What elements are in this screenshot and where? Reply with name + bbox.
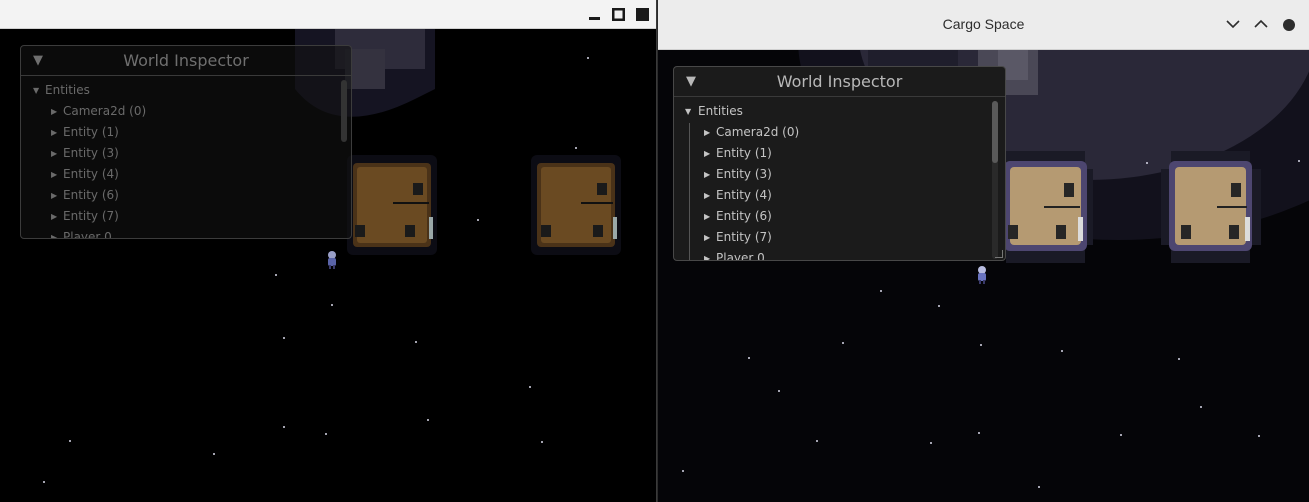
- close-icon[interactable]: [636, 8, 649, 21]
- tree-item[interactable]: ▶ Entity (4): [674, 185, 1005, 206]
- expand-right-icon: ▶: [51, 149, 58, 158]
- expand-right-icon: ▶: [704, 233, 711, 242]
- tree-root-entities[interactable]: ▼ Entities: [21, 80, 351, 101]
- tree-item[interactable]: ▶ Entity (1): [21, 122, 351, 143]
- resize-handle[interactable]: [995, 250, 1003, 258]
- star: [930, 442, 932, 444]
- tree-item[interactable]: ▶ Entity (6): [674, 206, 1005, 227]
- window-title: Cargo Space: [942, 16, 1025, 32]
- star: [415, 341, 417, 343]
- star: [682, 470, 684, 472]
- star: [477, 219, 479, 221]
- cargo-crate: [531, 155, 621, 255]
- star: [1178, 358, 1180, 360]
- star: [1038, 486, 1040, 488]
- star: [275, 274, 277, 276]
- chevron-up-icon[interactable]: [1254, 19, 1268, 29]
- star: [1298, 160, 1300, 162]
- tree-item[interactable]: ▶ Entity (7): [674, 227, 1005, 248]
- expand-right-icon: ▶: [51, 170, 58, 179]
- star: [778, 390, 780, 392]
- star: [1258, 435, 1260, 437]
- world-inspector-panel[interactable]: ▼ World Inspector ▼ Entities ▶ Camera2d (…: [20, 45, 352, 239]
- player-astronaut: [328, 251, 336, 269]
- entity-tree: ▼ Entities ▶ Camera2d (0) ▶ Entity (1) ▶ En…: [674, 97, 1005, 261]
- star: [587, 57, 589, 59]
- tree-item[interactable]: ▶ Entity (3): [674, 164, 1005, 185]
- close-icon[interactable]: [1282, 18, 1296, 32]
- star: [816, 440, 818, 442]
- star: [325, 433, 327, 435]
- cargo-crate: [998, 151, 1093, 263]
- expand-right-icon: ▶: [51, 233, 58, 239]
- background-window-titlebar[interactable]: [0, 0, 656, 29]
- maximize-icon[interactable]: [612, 8, 625, 21]
- tree-root-entities[interactable]: ▼ Entities: [674, 101, 1005, 122]
- expand-right-icon: ▶: [704, 170, 711, 179]
- star: [43, 481, 45, 483]
- world-inspector-panel[interactable]: ▼ World Inspector ▼ Entities ▶ Camera2d (…: [673, 66, 1006, 261]
- star: [213, 453, 215, 455]
- star: [541, 441, 543, 443]
- expand-down-icon: ▼: [33, 86, 40, 95]
- star: [331, 304, 333, 306]
- tree-item[interactable]: ▶ Entity (7): [21, 206, 351, 227]
- inspector-scrollbar[interactable]: [341, 80, 347, 142]
- expand-right-icon: ▶: [704, 212, 711, 221]
- tree-item[interactable]: ▶ Entity (6): [21, 185, 351, 206]
- star: [575, 147, 577, 149]
- inspector-scrollbar-thumb[interactable]: [992, 101, 998, 163]
- tree-item[interactable]: ▶ Camera2d (0): [674, 122, 1005, 143]
- cargo-crate: [1161, 151, 1261, 263]
- tree-item[interactable]: ▶ Player 0: [21, 227, 351, 239]
- expand-right-icon: ▶: [704, 254, 711, 261]
- tree-item[interactable]: ▶ Entity (4): [21, 164, 351, 185]
- star: [1061, 350, 1063, 352]
- expand-right-icon: ▶: [704, 128, 711, 137]
- inspector-title: World Inspector: [776, 72, 903, 91]
- expand-right-icon: ▶: [704, 191, 711, 200]
- expand-right-icon: ▶: [51, 191, 58, 200]
- star: [1146, 162, 1148, 164]
- star: [529, 386, 531, 388]
- star: [980, 344, 982, 346]
- star: [283, 426, 285, 428]
- tree-item[interactable]: ▶ Camera2d (0): [21, 101, 351, 122]
- expand-right-icon: ▶: [704, 149, 711, 158]
- star: [427, 419, 429, 421]
- star: [283, 337, 285, 339]
- cargo-crate: [347, 155, 437, 255]
- expand-right-icon: ▶: [51, 128, 58, 137]
- player-astronaut: [978, 266, 986, 284]
- star: [1200, 406, 1202, 408]
- star: [842, 342, 844, 344]
- expand-down-icon: ▼: [685, 107, 692, 116]
- inspector-title: World Inspector: [123, 51, 249, 70]
- chevron-down-icon[interactable]: [1226, 19, 1240, 29]
- star: [69, 440, 71, 442]
- star: [748, 357, 750, 359]
- tree-item[interactable]: ▶ Entity (3): [21, 143, 351, 164]
- expand-right-icon: ▶: [51, 107, 58, 116]
- window-titlebar[interactable]: Cargo Space: [658, 0, 1309, 50]
- star: [880, 290, 882, 292]
- star: [938, 305, 940, 307]
- star: [978, 432, 980, 434]
- star: [1120, 434, 1122, 436]
- expand-right-icon: ▶: [51, 212, 58, 221]
- tree-item[interactable]: ▶ Player 0: [674, 248, 1005, 261]
- inspector-header[interactable]: ▼ World Inspector: [674, 67, 1005, 97]
- tree-item[interactable]: ▶ Entity (1): [674, 143, 1005, 164]
- minimize-icon[interactable]: [588, 8, 601, 21]
- entity-tree: ▼ Entities ▶ Camera2d (0) ▶ Entity (1) ▶ En…: [21, 76, 351, 239]
- inspector-header[interactable]: ▼ World Inspector: [21, 46, 351, 76]
